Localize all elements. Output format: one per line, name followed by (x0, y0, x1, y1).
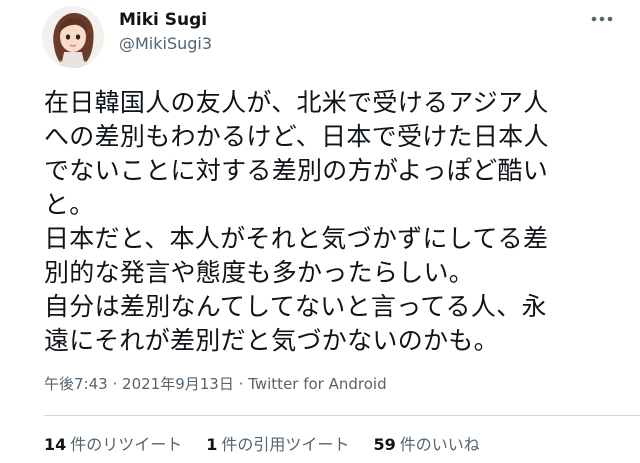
quote-tweets-link[interactable]: 1 件の引用ツイート (206, 434, 349, 456)
retweet-count: 14 (44, 435, 67, 454)
likes-link[interactable]: 59 件のいいね (373, 434, 479, 456)
tweet-metadata: 午後7:43 · 2021年9月13日 · Twitter for Androi… (44, 374, 387, 394)
meta-separator: · (112, 375, 118, 393)
retweet-label: 件のリツイート (70, 435, 183, 454)
tweet-time[interactable]: 午後7:43 (44, 375, 108, 393)
tweet-text-line: 在日韓国人の友人が、北米で受けるアジア人 (44, 88, 549, 117)
avatar-portrait-icon (42, 6, 104, 68)
tweet-text-line: と。 (44, 190, 95, 219)
tweet-text-line: でないことに対する差別の方がよっぽど酷い (44, 156, 549, 185)
meta-separator: · (238, 375, 244, 393)
author-avatar[interactable] (42, 6, 104, 68)
like-count: 59 (373, 435, 396, 454)
more-options-button[interactable] (584, 4, 620, 34)
tweet-text-line: 日本だと、本人がそれと気づかずにしてる差 (44, 224, 549, 253)
tweet-text-line: への差別もわかるけど、日本で受けた日本人 (44, 122, 549, 151)
tweet-text-line: 自分は差別なんてしてないと言ってる人、永 (44, 292, 547, 321)
quote-label: 件の引用ツイート (221, 435, 350, 454)
tweet-source-link[interactable]: Twitter for Android (248, 375, 386, 393)
tweet-text: 在日韓国人の友人が、北米で受けるアジア人 への差別もわかるけど、日本で受けた日本… (44, 86, 640, 358)
tweet-date[interactable]: 2021年9月13日 (122, 375, 234, 393)
quote-count: 1 (206, 435, 218, 454)
tweet-text-line: 別的な発言や態度も多かったらしい。 (44, 258, 475, 287)
author-handle[interactable]: @MikiSugi3 (119, 33, 212, 55)
divider (44, 415, 640, 416)
tweet-card: Miki Sugi @MikiSugi3 在日韓国人の友人が、北米で受けるアジア… (0, 0, 640, 463)
retweets-link[interactable]: 14 件のリツイート (44, 434, 182, 456)
tweet-text-line: 遠にそれが差別だと気づかないのかも。 (44, 326, 499, 355)
more-horizontal-icon (591, 16, 613, 22)
like-label: 件のいいね (399, 435, 480, 454)
engagement-stats: 14 件のリツイート 1 件の引用ツイート 59 件のいいね (44, 434, 504, 456)
author-display-name[interactable]: Miki Sugi (119, 9, 207, 31)
